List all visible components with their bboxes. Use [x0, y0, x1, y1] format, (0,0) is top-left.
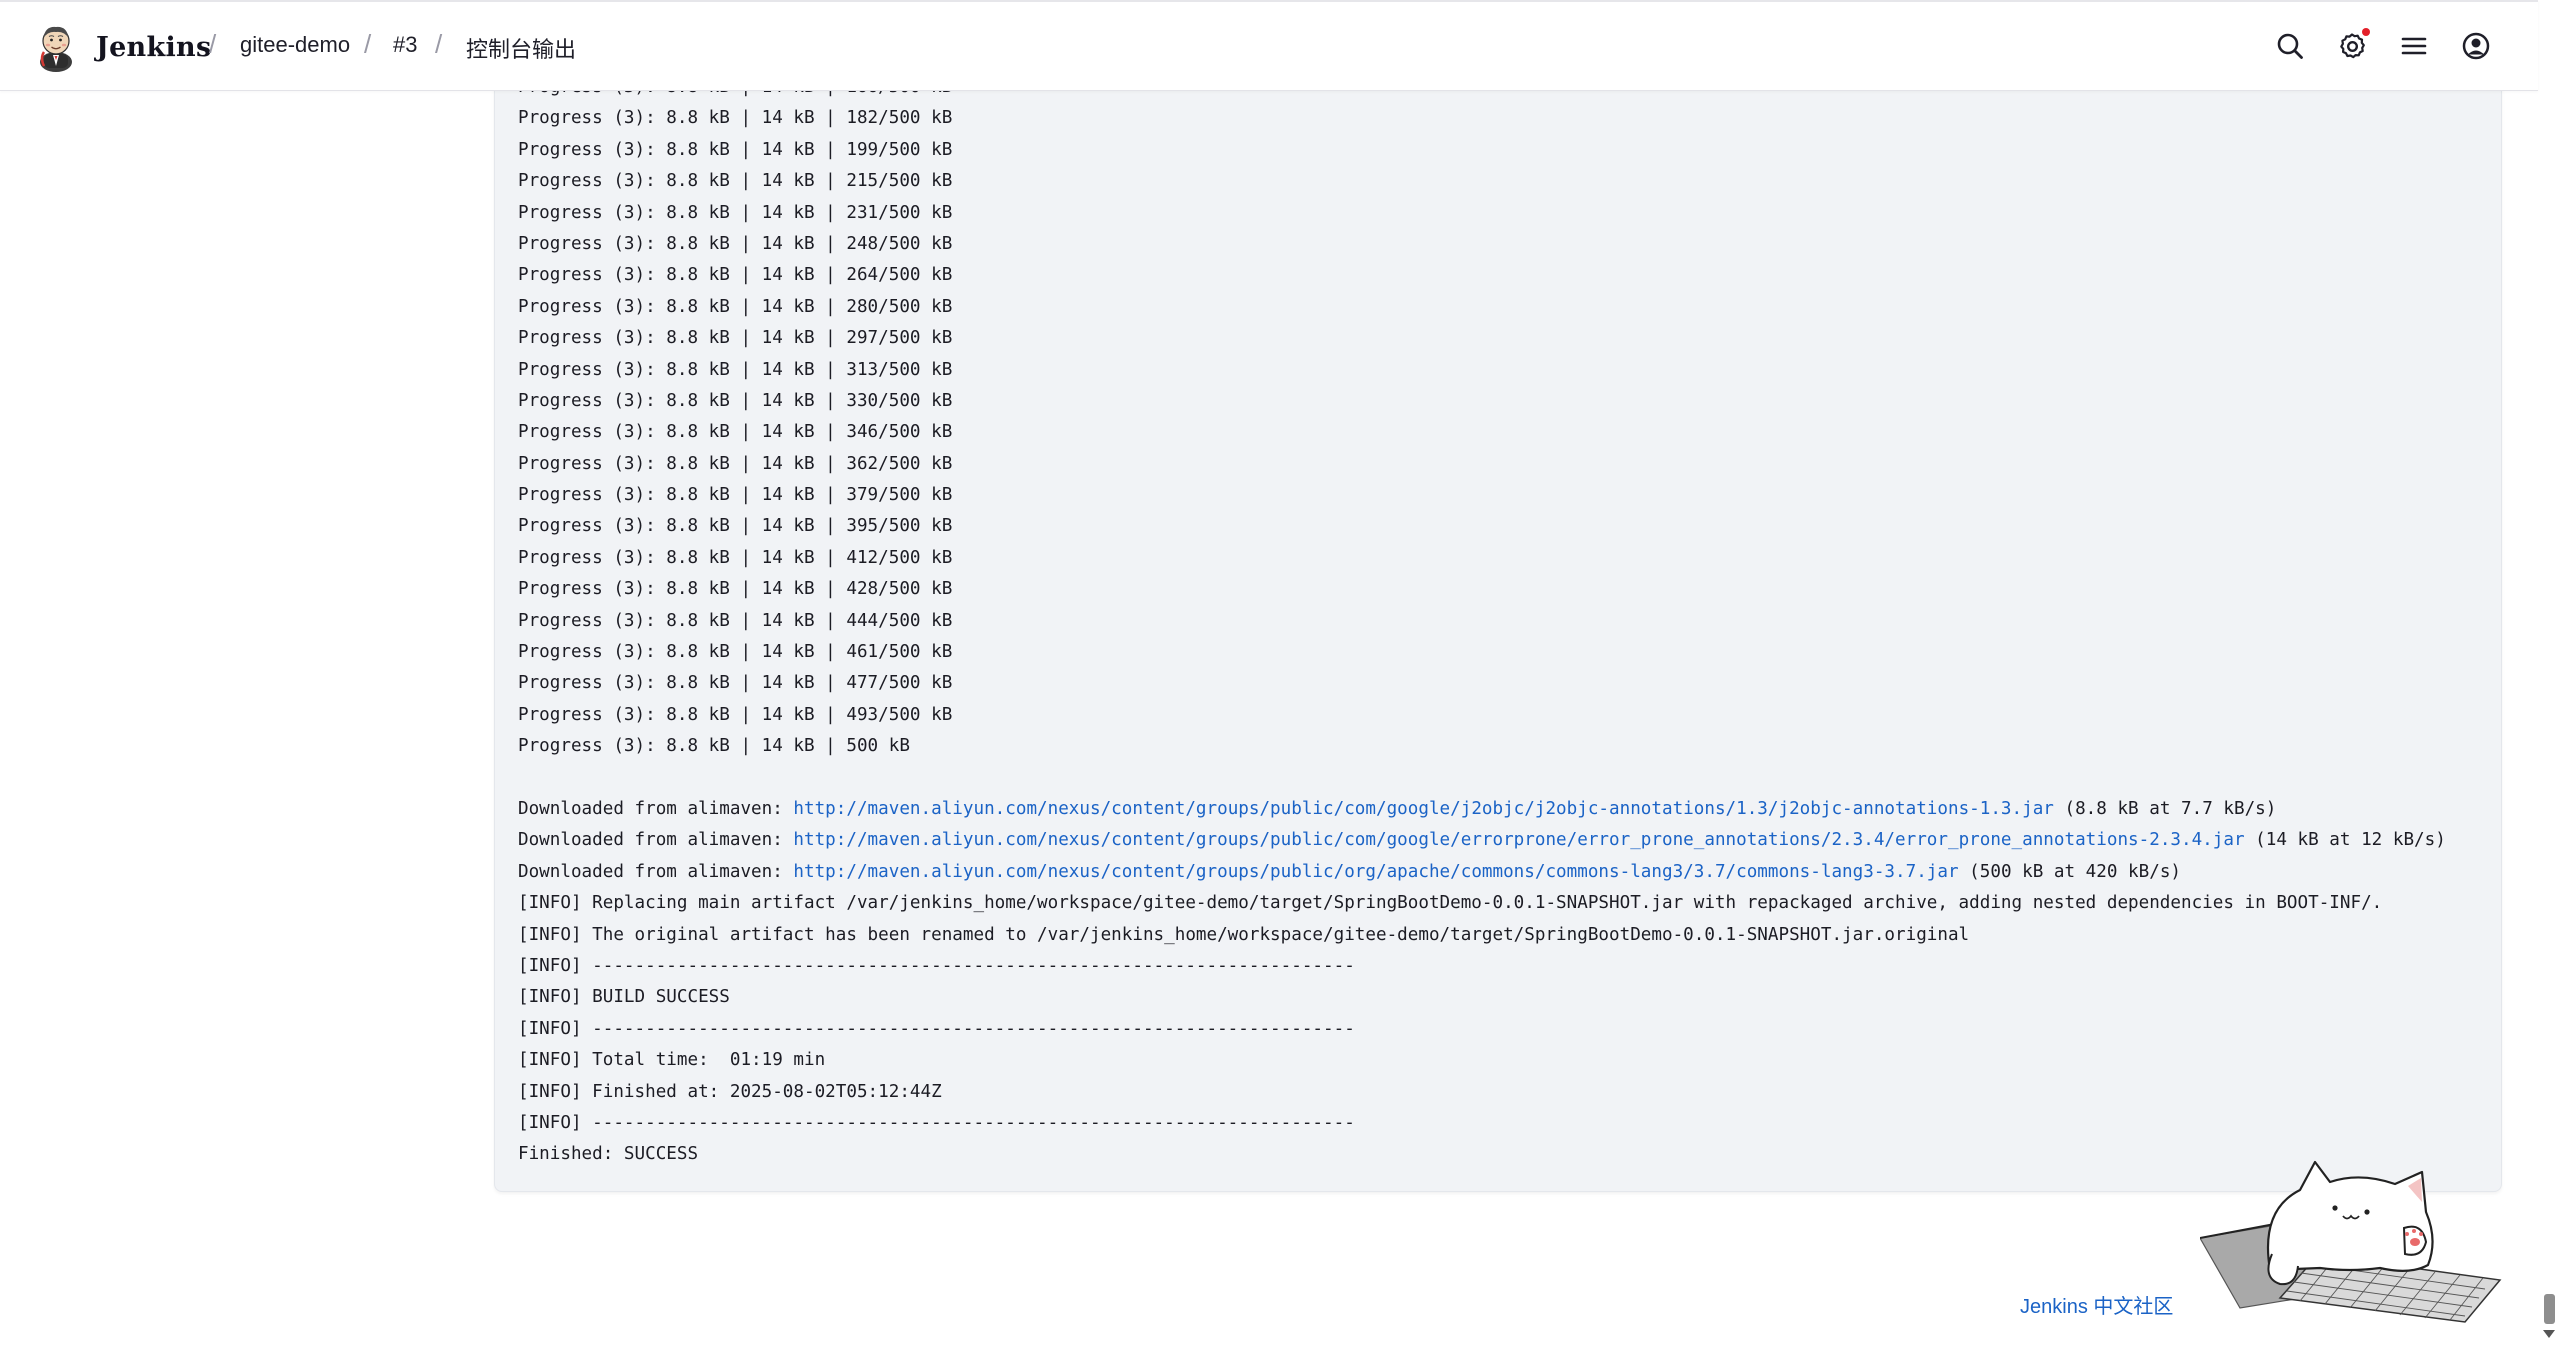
hamburger-menu-icon[interactable]: [2398, 30, 2430, 62]
scroll-down-arrow-icon[interactable]: [2543, 1330, 2555, 1338]
console-line: Progress (3): 8.8 kB | 14 kB | 379/500 k…: [518, 485, 953, 506]
download-prefix: Downloaded from alimaven:: [518, 798, 794, 819]
jenkins-home-link[interactable]: Jenkins: [36, 22, 211, 72]
console-line: [INFO] The original artifact has been re…: [518, 924, 1970, 945]
console-line: Progress (3): 8.8 kB | 14 kB | 248/500 k…: [518, 233, 953, 254]
console-line: [INFO] ---------------------------------…: [518, 1112, 1355, 1133]
download-prefix: Downloaded from alimaven:: [518, 830, 794, 851]
console-line: Progress (3): 8.8 kB | 14 kB | 412/500 k…: [518, 547, 953, 568]
console-line: Progress (3): 8.8 kB | 14 kB | 313/500 k…: [518, 359, 953, 380]
breadcrumb-separator: /: [209, 29, 217, 59]
console-line: Progress (3): 8.8 kB | 14 kB | 428/500 k…: [518, 579, 953, 600]
console-download-line: Downloaded from alimaven: http://maven.a…: [518, 794, 2446, 825]
console-line: Progress (3): 8.8 kB | 14 kB | 346/500 k…: [518, 422, 953, 443]
console-line: Progress (3): 8.8 kB | 14 kB | 264/500 k…: [518, 265, 953, 286]
download-stats: (500 kB at 420 kB/s): [1958, 861, 2182, 882]
artifact-url-link[interactable]: http://maven.aliyun.com/nexus/content/gr…: [793, 799, 2054, 819]
console-line: Progress (3): 8.8 kB | 14 kB | 444/500 k…: [518, 610, 953, 631]
download-stats: (8.8 kB at 7.7 kB/s): [2053, 798, 2277, 819]
breadcrumb-separator: /: [364, 29, 372, 59]
console-download-line: Downloaded from alimaven: http://maven.a…: [518, 825, 2446, 856]
scrollbar-thumb[interactable]: [2544, 1294, 2555, 1324]
console-line: [INFO] Replacing main artifact /var/jenk…: [518, 893, 2383, 914]
brand-name: Jenkins: [96, 31, 212, 63]
console-log: Progress (3): 8.8 kB | 14 kB | 166/500 k…: [518, 72, 2446, 1171]
breadcrumb-item-build[interactable]: #3: [393, 32, 417, 58]
console-output-panel: Progress (3): 8.8 kB | 14 kB | 166/500 k…: [494, 30, 2502, 1192]
breadcrumb-item-console-output[interactable]: 控制台输出: [466, 32, 576, 64]
user-account-icon[interactable]: [2460, 30, 2492, 62]
notification-dot: [2362, 28, 2370, 36]
jenkins-butler-logo-icon: [40, 26, 72, 72]
page-scrollbar[interactable]: [2538, 0, 2560, 1347]
console-line: Progress (3): 8.8 kB | 14 kB | 182/500 k…: [518, 108, 953, 129]
console-line: [INFO] Finished at: 2025-08-02T05:12:44Z: [518, 1081, 942, 1102]
console-line: Progress (3): 8.8 kB | 14 kB | 330/500 k…: [518, 390, 953, 411]
console-line: Progress (3): 8.8 kB | 14 kB | 362/500 k…: [518, 453, 953, 474]
breadcrumb-item-job[interactable]: gitee-demo: [240, 32, 350, 58]
console-line: [INFO] Total time: 01:19 min: [518, 1050, 826, 1071]
console-line: Progress (3): 8.8 kB | 14 kB | 280/500 k…: [518, 296, 953, 317]
breadcrumb-separator: /: [435, 29, 443, 59]
console-line: [INFO] ---------------------------------…: [518, 955, 1355, 976]
search-icon[interactable]: [2274, 30, 2306, 62]
console-line: Progress (3): 8.8 kB | 14 kB | 231/500 k…: [518, 202, 953, 223]
console-line: Progress (3): 8.8 kB | 14 kB | 493/500 k…: [518, 704, 953, 725]
cat-at-keyboard-illustration: [2200, 1160, 2502, 1323]
console-line: Progress (3): 8.8 kB | 14 kB | 297/500 k…: [518, 328, 953, 349]
top-navigation-bar: Jenkins / gitee-demo / #3 / 控制台输出: [0, 0, 2538, 91]
console-line: Progress (3): 8.8 kB | 14 kB | 477/500 k…: [518, 673, 953, 694]
console-line: Progress (3): 8.8 kB | 14 kB | 461/500 k…: [518, 642, 953, 663]
console-line: Progress (3): 8.8 kB | 14 kB | 199/500 k…: [518, 139, 953, 160]
artifact-url-link[interactable]: http://maven.aliyun.com/nexus/content/gr…: [793, 862, 1958, 882]
artifact-url-link[interactable]: http://maven.aliyun.com/nexus/content/gr…: [793, 830, 2244, 850]
console-line: Progress (3): 8.8 kB | 14 kB | 215/500 k…: [518, 171, 953, 192]
console-line: [INFO] ---------------------------------…: [518, 1018, 1355, 1039]
console-download-line: Downloaded from alimaven: http://maven.a…: [518, 857, 2446, 888]
download-prefix: Downloaded from alimaven:: [518, 861, 794, 882]
console-line: Progress (3): 8.8 kB | 14 kB | 500 kB: [518, 736, 910, 757]
console-line: Finished: SUCCESS: [518, 1144, 699, 1165]
jenkins-community-link[interactable]: Jenkins 中文社区: [2020, 1290, 2173, 1319]
download-stats: (14 kB at 12 kB/s): [2244, 830, 2446, 851]
console-line: Progress (3): 8.8 kB | 14 kB | 395/500 k…: [518, 516, 953, 537]
console-line: [INFO] BUILD SUCCESS: [518, 987, 730, 1008]
